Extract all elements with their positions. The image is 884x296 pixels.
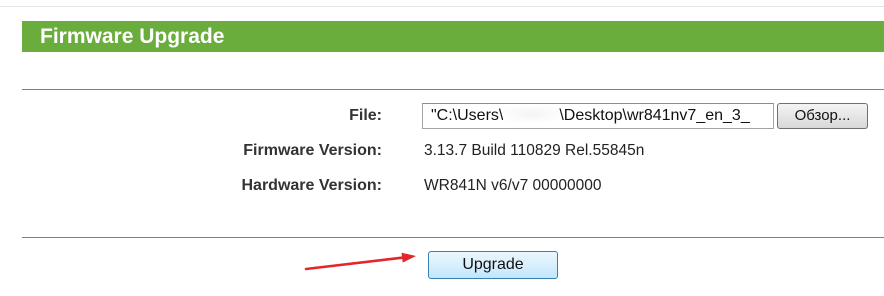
- section-header: Firmware Upgrade: [22, 21, 884, 52]
- browse-button[interactable]: Обзор...: [777, 103, 868, 129]
- file-path-suffix: \Desktop\wr841nv7_en_3_: [559, 107, 750, 124]
- file-path-prefix: "C:\Users\: [431, 107, 504, 124]
- divider-top: [22, 89, 884, 90]
- firmware-version-label: Firmware Version:: [243, 142, 382, 159]
- page-title: Firmware Upgrade: [40, 25, 225, 48]
- arrow-shaft: [304, 256, 405, 271]
- divider-bottom: [22, 237, 884, 238]
- page-top-border: [0, 6, 884, 7]
- hardware-version-value: WR841N v6/v7 00000000: [424, 177, 602, 194]
- upgrade-button[interactable]: Upgrade: [428, 251, 558, 279]
- arrow-head: [401, 252, 416, 263]
- obscured-username: [503, 106, 560, 122]
- file-label: File:: [349, 107, 382, 124]
- firmware-version-value: 3.13.7 Build 110829 Rel.55845n: [424, 142, 645, 159]
- hardware-version-label: Hardware Version:: [241, 177, 383, 194]
- file-path-input[interactable]: "C:\Users\ \Desktop\wr841nv7_en_3_: [422, 103, 774, 129]
